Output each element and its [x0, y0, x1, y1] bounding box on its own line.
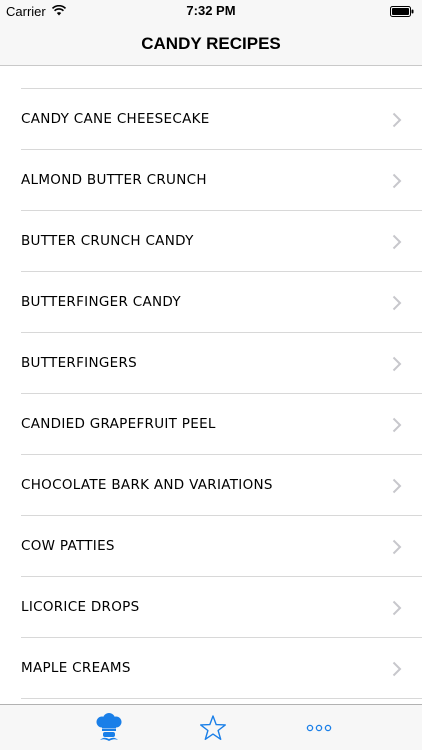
list-item-label: BUTTERFINGERS: [21, 355, 137, 371]
list-item[interactable]: COW PATTIES: [0, 516, 422, 577]
chevron-right-icon: [392, 112, 402, 128]
page-title: CANDY RECIPES: [141, 34, 281, 53]
list-item[interactable]: MAPLE CREAMS: [0, 638, 422, 699]
list-item-label: BUTTER CRUNCH CANDY: [21, 233, 194, 249]
chevron-right-icon: [392, 600, 402, 616]
battery-icon: [390, 6, 414, 17]
list-item-label: CANDY CANE CHEESECAKE: [21, 111, 210, 127]
status-bar: Carrier 7:32 PM: [0, 0, 422, 22]
list-item-label: BUTTERFINGER CANDY: [21, 294, 181, 310]
list-item[interactable]: [21, 66, 422, 89]
list-item[interactable]: CANDY CANE CHEESECAKE: [0, 89, 422, 150]
list-item-label: LICORICE DROPS: [21, 599, 140, 615]
list-item-label: COW PATTIES: [21, 538, 115, 554]
chevron-right-icon: [392, 539, 402, 555]
list-item[interactable]: CANDIED GRAPEFRUIT PEEL: [0, 394, 422, 455]
list-item[interactable]: BUTTERFINGER CANDY: [0, 272, 422, 333]
chef-icon[interactable]: [89, 713, 129, 743]
tab-bar: [0, 704, 422, 750]
navigation-bar: CANDY RECIPES: [0, 22, 422, 66]
recipe-list[interactable]: CANDY CANE CHEESECAKE ALMOND BUTTER CRUN…: [0, 66, 422, 704]
list-item-label: ALMOND BUTTER CRUNCH: [21, 172, 207, 188]
status-time: 7:32 PM: [186, 3, 236, 18]
chevron-right-icon: [392, 417, 402, 433]
more-icon[interactable]: [299, 713, 339, 743]
star-icon[interactable]: [193, 713, 233, 743]
chevron-right-icon: [392, 173, 402, 189]
list-item[interactable]: BUTTERFINGERS: [0, 333, 422, 394]
list-item-label: CHOCOLATE BARK AND VARIATIONS: [21, 477, 273, 493]
chevron-right-icon: [392, 356, 402, 372]
chevron-right-icon: [392, 478, 402, 494]
chevron-right-icon: [392, 295, 402, 311]
chevron-right-icon: [392, 661, 402, 677]
list-item[interactable]: CHOCOLATE BARK AND VARIATIONS: [0, 455, 422, 516]
list-item-label: CANDIED GRAPEFRUIT PEEL: [21, 416, 216, 432]
list-item[interactable]: ALMOND BUTTER CRUNCH: [0, 150, 422, 211]
list-item[interactable]: BUTTER CRUNCH CANDY: [0, 211, 422, 272]
list-item-label: MAPLE CREAMS: [21, 660, 131, 676]
list-item[interactable]: LICORICE DROPS: [0, 577, 422, 638]
chevron-right-icon: [392, 234, 402, 250]
